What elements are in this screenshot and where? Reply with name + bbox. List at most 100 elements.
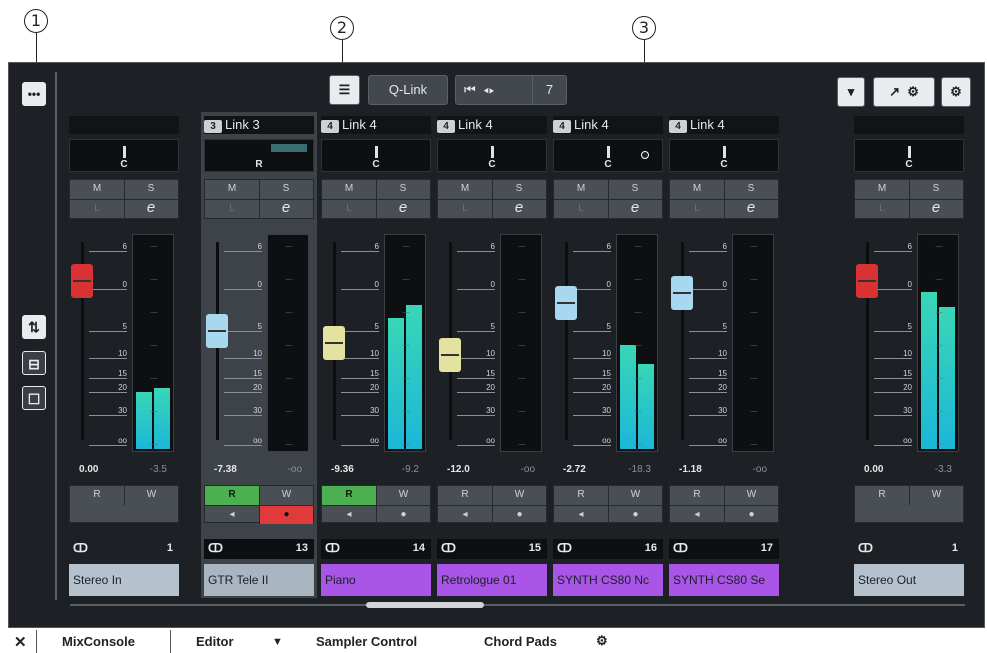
link-group-label[interactable]: 4 Link 4 xyxy=(553,116,663,134)
solo-button[interactable]: S xyxy=(608,180,662,198)
tabs-settings-icon[interactable]: ⚙ xyxy=(596,633,608,649)
write-button[interactable]: W xyxy=(376,486,430,505)
listen-button[interactable]: L xyxy=(322,200,376,218)
pan-control[interactable]: C xyxy=(854,139,964,172)
tab-chord-pads[interactable]: Chord Pads xyxy=(484,634,557,649)
settings-gear-icon[interactable]: ⚙ xyxy=(941,77,971,107)
edit-channel-button[interactable]: e xyxy=(259,199,313,217)
link-group-label[interactable]: 3 Link 3 xyxy=(204,116,314,134)
solo-button[interactable]: S xyxy=(909,180,963,198)
record-enable-icon[interactable]: ● xyxy=(259,505,313,524)
write-button[interactable]: W xyxy=(492,486,546,505)
mute-button[interactable]: M xyxy=(70,180,124,198)
channel-name[interactable]: Stereo Out xyxy=(854,564,964,596)
solo-button[interactable]: S xyxy=(259,180,313,198)
edit-channel-button[interactable]: e xyxy=(124,199,178,217)
left-zone-menu-button[interactable]: ••• xyxy=(22,82,46,106)
listen-button[interactable]: L xyxy=(554,200,608,218)
volume-fader[interactable] xyxy=(206,314,228,348)
tab-editor[interactable]: Editor xyxy=(196,634,234,649)
write-button[interactable]: W xyxy=(608,486,662,505)
write-button[interactable]: W xyxy=(124,486,178,505)
horizontal-scrollbar[interactable] xyxy=(70,604,965,606)
monitor-icon[interactable]: ◂ xyxy=(205,505,259,524)
edit-channel-button[interactable]: e xyxy=(909,199,963,217)
qlink-button[interactable]: Q-Link xyxy=(368,75,448,105)
listen-button[interactable]: L xyxy=(70,200,124,218)
read-button[interactable]: R xyxy=(670,486,724,505)
listen-button[interactable]: L xyxy=(670,200,724,218)
mute-button[interactable]: M xyxy=(322,180,376,198)
close-lower-zone-icon[interactable]: ✕ xyxy=(14,633,27,651)
mute-button[interactable]: M xyxy=(855,180,909,198)
mute-button[interactable]: M xyxy=(438,180,492,198)
channel-name[interactable]: Retrologue 01 xyxy=(437,564,547,596)
record-enable-icon[interactable]: ● xyxy=(492,505,546,524)
read-button[interactable]: R xyxy=(322,486,376,505)
scrollbar-thumb[interactable] xyxy=(366,602,484,608)
pan-control[interactable]: C xyxy=(321,139,431,172)
listen-button[interactable]: L xyxy=(855,200,909,218)
solo-button[interactable]: S xyxy=(724,180,778,198)
edit-channel-button[interactable]: e xyxy=(376,199,430,217)
solo-button[interactable]: S xyxy=(492,180,546,198)
read-button[interactable]: R xyxy=(438,486,492,505)
pan-control[interactable]: C xyxy=(437,139,547,172)
volume-fader[interactable] xyxy=(555,286,577,320)
read-button[interactable]: R xyxy=(855,486,909,505)
open-window-icon[interactable]: ↗ xyxy=(889,84,900,99)
monitor-icon[interactable]: ◂ xyxy=(322,505,376,524)
rack-view-icon[interactable]: ☐ xyxy=(22,386,46,410)
read-button[interactable]: R xyxy=(205,486,259,505)
mute-button[interactable]: M xyxy=(205,180,259,198)
link-navigation-group[interactable]: ⏮ ◂▸ 7 xyxy=(455,75,567,105)
write-button[interactable]: W xyxy=(259,486,313,505)
editor-dropdown-icon[interactable]: ▼ xyxy=(272,636,283,648)
edit-channel-button[interactable]: e xyxy=(492,199,546,217)
volume-fader[interactable] xyxy=(323,326,345,360)
link-group-label[interactable]: 4 Link 4 xyxy=(669,116,779,134)
record-enable-icon[interactable]: ● xyxy=(608,505,662,524)
routing-view-icon[interactable]: ⊟ xyxy=(22,351,46,375)
link-width-icon[interactable]: ◂▸ xyxy=(483,82,495,97)
listen-button[interactable]: L xyxy=(438,200,492,218)
link-group-label[interactable]: 4 Link 4 xyxy=(321,116,431,134)
monitor-icon[interactable]: ◂ xyxy=(670,505,724,524)
channel-name[interactable]: SYNTH CS80 Se xyxy=(669,564,779,596)
pan-control[interactable]: C xyxy=(69,139,179,172)
channel-name[interactable]: GTR Tele II xyxy=(204,564,314,596)
channel-name[interactable]: Stereo In xyxy=(69,564,179,596)
link-prev-icon[interactable]: ⏮ xyxy=(464,82,476,97)
edit-channel-button[interactable]: e xyxy=(724,199,778,217)
volume-fader[interactable] xyxy=(671,276,693,310)
write-button[interactable]: W xyxy=(724,486,778,505)
window-settings-icon[interactable]: ⚙ xyxy=(907,84,919,99)
read-button[interactable]: R xyxy=(554,486,608,505)
volume-fader[interactable] xyxy=(71,264,93,298)
tab-mixconsole[interactable]: MixConsole xyxy=(62,634,135,649)
record-enable-icon[interactable]: ● xyxy=(724,505,778,524)
pan-control[interactable]: R xyxy=(204,139,314,172)
tab-sampler-control[interactable]: Sampler Control xyxy=(316,634,417,649)
solo-button[interactable]: S xyxy=(124,180,178,198)
monitor-icon[interactable]: ◂ xyxy=(554,505,608,524)
edit-channel-button[interactable]: e xyxy=(608,199,662,217)
volume-fader[interactable] xyxy=(856,264,878,298)
dropdown-icon[interactable]: ▾ xyxy=(837,77,865,107)
solo-button[interactable]: S xyxy=(376,180,430,198)
external-window-group[interactable]: ↗ ⚙ xyxy=(873,77,935,107)
record-enable-icon[interactable]: ● xyxy=(376,505,430,524)
write-button[interactable]: W xyxy=(909,486,963,505)
monitor-icon[interactable]: ◂ xyxy=(438,505,492,524)
link-group-label[interactable]: 4 Link 4 xyxy=(437,116,547,134)
fader-view-icon[interactable]: ⇅ xyxy=(22,315,46,339)
mute-button[interactable]: M xyxy=(670,180,724,198)
mute-button[interactable]: M xyxy=(554,180,608,198)
channel-name[interactable]: SYNTH CS80 Nc xyxy=(553,564,663,596)
channel-name[interactable]: Piano xyxy=(321,564,431,596)
listen-button[interactable]: L xyxy=(205,200,259,218)
channel-settings-button[interactable]: ☰ xyxy=(329,75,360,105)
pan-control[interactable]: C xyxy=(669,139,779,172)
read-button[interactable]: R xyxy=(70,486,124,505)
volume-fader[interactable] xyxy=(439,338,461,372)
